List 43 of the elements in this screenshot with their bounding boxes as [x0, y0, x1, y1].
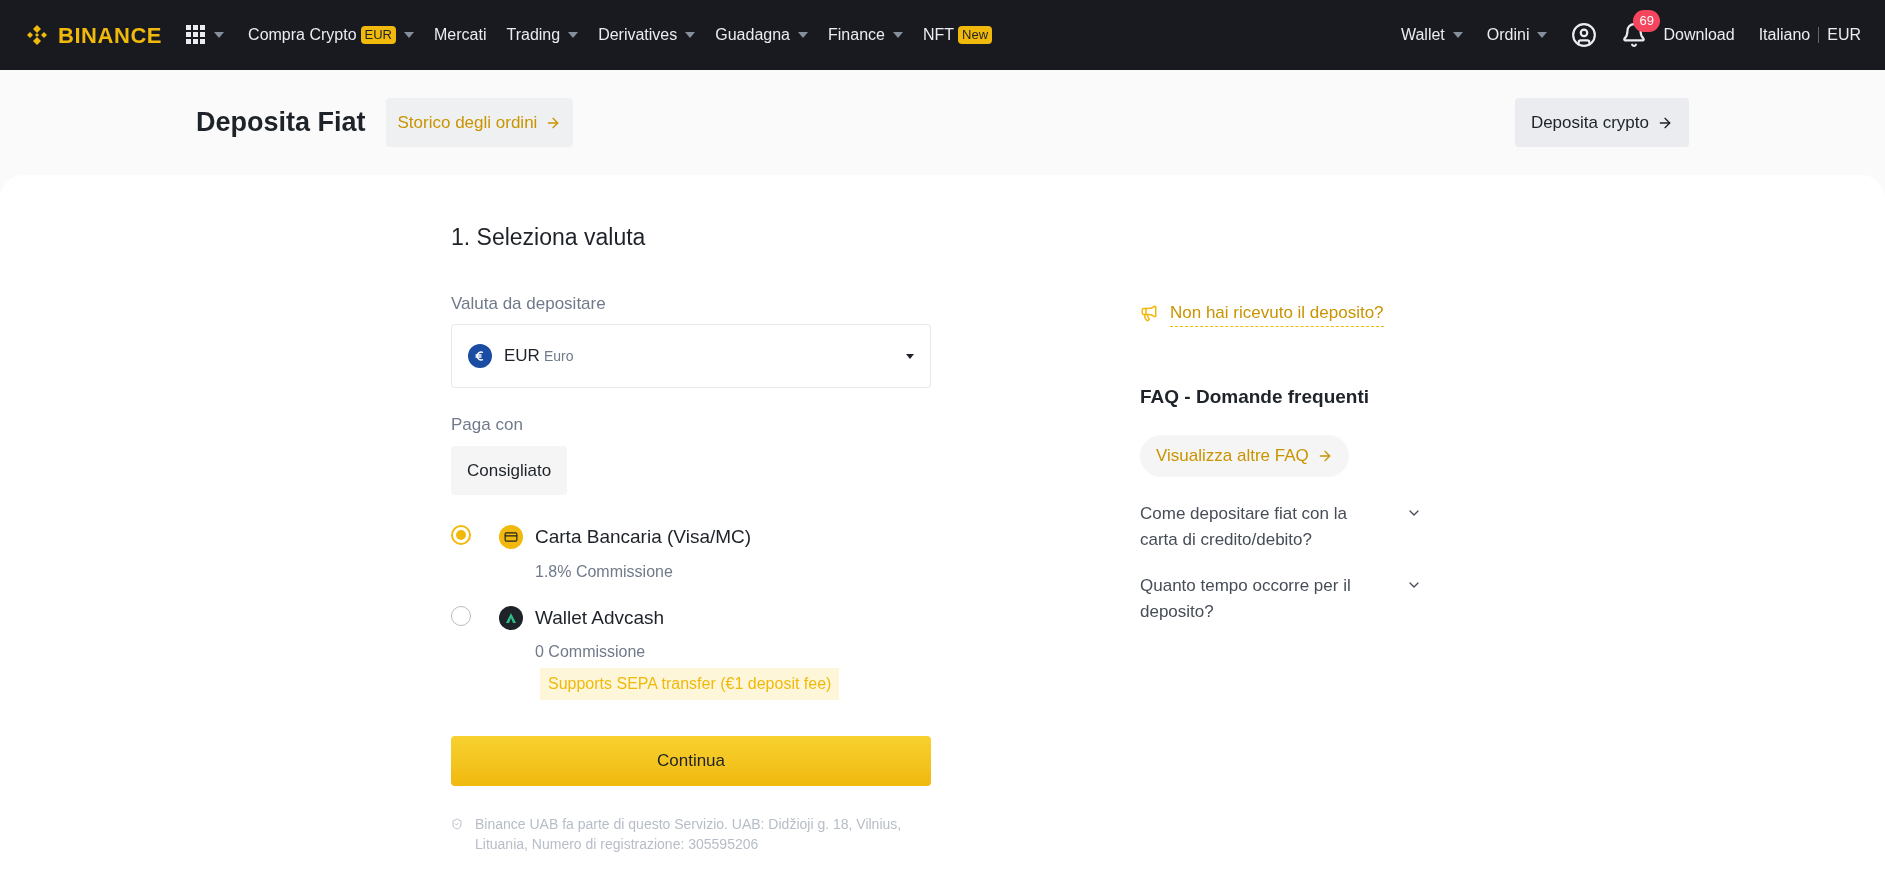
- faq-question[interactable]: Come depositare fiat con la carta di credito/debito?: [1140, 500, 1385, 553]
- deposit-crypto-button[interactable]: Deposita crypto: [1514, 97, 1689, 148]
- nav-link[interactable]: Compra Crypto: [248, 23, 357, 47]
- faq-title: FAQ - Domande frequenti: [1140, 384, 1371, 409]
- caret-icon: [214, 32, 225, 38]
- notification-count-badge: 69: [1633, 10, 1660, 32]
- nav-link[interactable]: Guadagna: [715, 23, 790, 47]
- bank-card-icon: [499, 525, 523, 550]
- nav-link[interactable]: Mercati: [434, 23, 487, 47]
- nav-badge: New: [958, 26, 993, 44]
- nav-link[interactable]: NFT: [922, 23, 955, 47]
- field-label: Paga con: [451, 414, 524, 436]
- sepa-note-tag: Supports SEPA transfer (€1 deposit fee): [540, 668, 840, 700]
- fee-text: 1.8% Commissione: [535, 561, 674, 582]
- letter-a-logo-icon: [499, 605, 523, 630]
- shield-icon: [451, 818, 463, 830]
- logo-wordmark: BINANCE: [58, 21, 163, 50]
- account-icon[interactable]: [1571, 22, 1598, 48]
- page-title: Deposita Fiat: [196, 106, 366, 140]
- nav-link[interactable]: Ordini: [1486, 23, 1530, 47]
- nav-link[interactable]: Finance: [828, 23, 885, 47]
- caret-icon: [906, 353, 914, 359]
- currency-selector[interactable]: EUR: [1827, 23, 1861, 47]
- nav-link[interactable]: Derivatives: [598, 23, 678, 47]
- faq-question[interactable]: Quanto tempo occorre per il deposito?: [1140, 572, 1385, 625]
- nav-link[interactable]: Trading: [506, 23, 561, 47]
- nav-badge: EUR: [360, 26, 396, 44]
- payment-method-name: Carta Bancaria (Visa/MC): [535, 525, 752, 549]
- radio-button[interactable]: [451, 525, 471, 545]
- grid-menu-icon[interactable]: [186, 25, 207, 45]
- payment-method-name: Wallet Advcash: [535, 605, 665, 630]
- continue-button[interactable]: Continua: [451, 736, 931, 786]
- legal-footnote: Binance UAB fa parte di questo Servizio. UAB: Didžioji g. 18, Vilnius, Lituania, Numero di registrazione: 305595206: [475, 815, 903, 854]
- download-link[interactable]: Download: [1663, 23, 1735, 47]
- fee-text: 0 Commissione: [535, 642, 647, 662]
- nav-link[interactable]: Wallet: [1400, 23, 1445, 47]
- filter-tab[interactable]: Consigliato: [451, 445, 568, 495]
- step-title: 1. Seleziona valuta: [451, 223, 647, 252]
- currency-select[interactable]: EUR Euro: [451, 324, 931, 388]
- megaphone-icon: [1140, 304, 1158, 323]
- language-selector[interactable]: Italiano: [1758, 23, 1811, 47]
- field-label: Valuta da depositare: [451, 292, 607, 315]
- euro-coin-icon: [468, 344, 492, 368]
